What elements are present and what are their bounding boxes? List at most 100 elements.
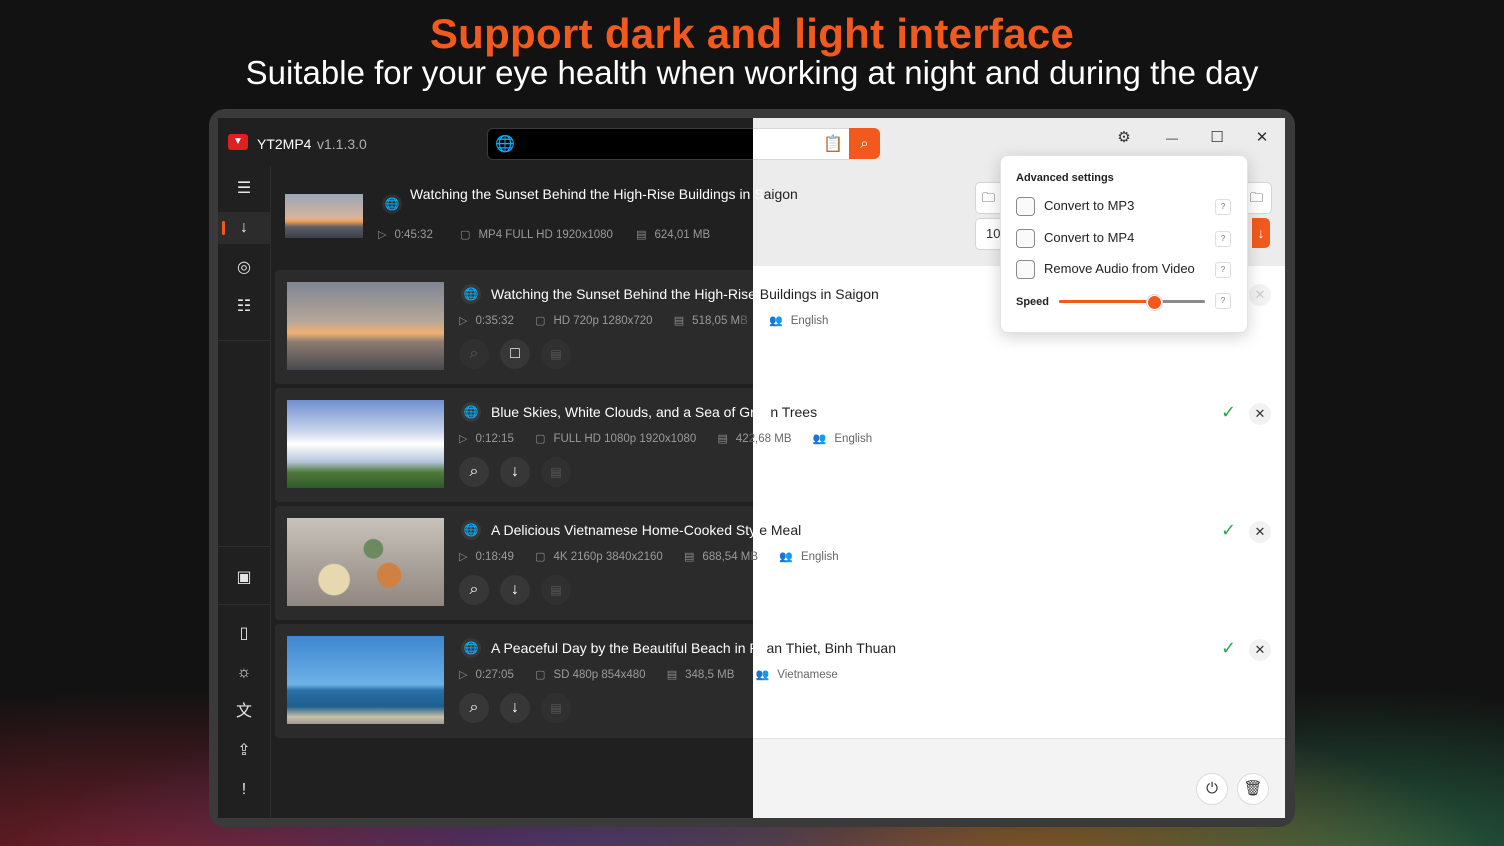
folder-icon: 🗀 xyxy=(982,190,996,205)
search-icon[interactable]: ⌕ xyxy=(459,575,489,605)
video-thumbnail xyxy=(287,400,444,488)
search-icon[interactable]: ⌕ xyxy=(459,339,489,369)
folder-icon[interactable]: ▤ xyxy=(541,693,571,723)
settings-icon[interactable]: ⚙ xyxy=(1104,124,1144,152)
folder-icon[interactable]: ▤ xyxy=(541,457,571,487)
paste-icon[interactable]: 📋 xyxy=(823,134,843,154)
header-thumbnail xyxy=(285,194,363,238)
theme-icon[interactable]: ☼ xyxy=(218,657,270,689)
sidebar-item-record[interactable]: ◎ xyxy=(218,252,270,284)
video-thumbnail xyxy=(287,636,444,724)
help-icon[interactable]: ? xyxy=(1215,199,1231,215)
video-thumbnail xyxy=(287,518,444,606)
resolution: FULL HD 1080p 1920x1080 xyxy=(553,433,697,445)
title-dark-part: Blue Skies, White Clouds, and a Sea of G… xyxy=(491,404,771,420)
video-meta: ▷ 0:12:15 ▢ FULL HD 1080p 1920x1080 ▤ 422,6… xyxy=(459,433,873,445)
download-icon[interactable]: ↓ xyxy=(500,693,530,723)
app-version: v1.1.3.0 xyxy=(317,136,367,152)
resolution: 4K 2160p 3840x2160 xyxy=(553,551,663,563)
file-size-light: B xyxy=(740,315,748,327)
search-button[interactable]: ⌕ xyxy=(849,128,880,159)
option-label: Convert to MP4 xyxy=(1044,230,1135,245)
file-size: 518,05 M xyxy=(692,315,741,327)
search-icon[interactable]: ⌕ xyxy=(459,457,489,487)
checkbox[interactable] xyxy=(1016,229,1035,248)
light-card-2 xyxy=(753,386,1285,505)
remove-button[interactable]: ✕ xyxy=(1249,521,1271,543)
close-button[interactable]: ✕ xyxy=(1242,124,1282,152)
done-check-icon: ✓ xyxy=(1221,638,1237,658)
folder-icon: 🗀 xyxy=(1250,190,1264,205)
checkbox[interactable] xyxy=(1016,260,1035,279)
download-icon: ↓ xyxy=(240,219,248,236)
done-check-icon: ✓ xyxy=(1221,402,1237,422)
clipboard-icon[interactable]: ▯ xyxy=(218,618,270,650)
speed-slider-handle[interactable] xyxy=(1146,295,1162,310)
promo-title: Support dark and light interface xyxy=(429,10,1075,57)
sidebar-item-tasks[interactable]: ☷ xyxy=(218,291,270,323)
speed-label: Speed xyxy=(1016,296,1050,308)
sidebar-item-download[interactable]: ↓ xyxy=(218,212,270,244)
advanced-settings-popup: Advanced settings Convert to MP3 ? Conve… xyxy=(1000,155,1248,333)
maximize-button[interactable]: ☐ xyxy=(1197,124,1237,152)
remove-button[interactable]: ✕ xyxy=(1249,284,1271,306)
folder-settings-icon[interactable]: ▣ xyxy=(218,562,270,594)
sidebar: ☰ ↓ ◎ ☷ ▣ ▯ ☼ 文 ⇪ ǃ xyxy=(218,166,271,818)
header-video-meta: ▷ 0:45:32 ▢ MP4 FULL HD 1920x1080 ▤ 624,01 … xyxy=(378,229,711,241)
help-icon[interactable]: ? xyxy=(1215,262,1231,278)
option-label: Remove Audio from Video xyxy=(1044,261,1195,276)
url-input[interactable] xyxy=(487,128,754,160)
globe-icon: 🌐 xyxy=(495,136,515,153)
language: English xyxy=(834,433,873,445)
help-icon[interactable]: ? xyxy=(1215,293,1231,309)
video-title: Blue Skies, White Clouds, and a Sea of G… xyxy=(491,404,817,420)
video-title: Watching the Sunset Behind the High-Rise… xyxy=(491,286,879,302)
speed-slider[interactable] xyxy=(1059,295,1205,310)
language-icon[interactable]: 文 xyxy=(218,696,270,728)
video-thumbnail xyxy=(287,282,444,370)
stop-button[interactable]: □ xyxy=(500,339,530,369)
download-button[interactable]: ↓ xyxy=(1252,218,1270,248)
video-meta: ▷ 0:27:05 ▢ SD 480p 854x480 ▤ 348,5 MB 👥 Vie… xyxy=(459,669,838,681)
title-light-part: e Meal xyxy=(759,522,802,538)
file-size: 42 xyxy=(735,433,749,445)
language: English xyxy=(800,551,839,563)
title-dark-part: Watching the Sunset Behind the High-Rise xyxy=(491,286,756,302)
file-size: 688,54 M xyxy=(702,551,751,563)
search-icon[interactable]: ⌕ xyxy=(459,693,489,723)
file-size-light: B xyxy=(750,551,759,563)
duration: 0:45:32 xyxy=(394,229,433,241)
title-light-part: aigon xyxy=(763,186,798,202)
header-video-title: Watching the Sunset Behind the High-Rise… xyxy=(410,186,798,202)
title-light-part: an Thiet, Binh Thuan xyxy=(766,640,896,656)
globe-icon: 🌐 xyxy=(461,402,481,422)
help-icon[interactable]: ? xyxy=(1215,231,1231,247)
done-check-icon: ✓ xyxy=(1221,520,1237,540)
duration: 0:27:05 xyxy=(475,669,514,681)
folder-icon[interactable]: ▤ xyxy=(541,339,571,369)
minimize-button[interactable]: — xyxy=(1152,124,1192,152)
language: Vietnamese xyxy=(777,669,838,681)
file-size: 624,01 MB xyxy=(654,229,711,241)
folder-icon[interactable]: ▤ xyxy=(541,575,571,605)
promo-subtitle: Suitable for your eye health when workin… xyxy=(245,54,1259,91)
title-light-part: Buildings in Saigon xyxy=(755,286,879,302)
clear-all-button[interactable]: 🗑 xyxy=(1237,773,1269,805)
download-icon[interactable]: ↓ xyxy=(500,575,530,605)
download-icon[interactable]: ↓ xyxy=(500,457,530,487)
option-label: Convert to MP3 xyxy=(1044,198,1135,213)
list-item: 🌐 A Delicious Vietnamese Home-Cooked Sty… xyxy=(275,506,839,620)
menu-icon[interactable]: ☰ xyxy=(218,173,270,205)
globe-icon: 🌐 xyxy=(382,194,402,214)
checkbox[interactable] xyxy=(1016,197,1035,216)
sidebar-divider xyxy=(218,340,270,341)
app-logo: ▼ xyxy=(228,134,248,150)
share-icon[interactable]: ⇪ xyxy=(218,735,270,767)
video-title: A Peaceful Day by the Beautiful Beach in… xyxy=(491,640,896,656)
light-card-3 xyxy=(753,504,1285,623)
tips-icon[interactable]: ǃ xyxy=(218,774,270,806)
power-button[interactable]: ⏻ xyxy=(1196,773,1228,805)
remove-button[interactable]: ✕ xyxy=(1249,639,1271,661)
remove-button[interactable]: ✕ xyxy=(1249,403,1271,425)
video-meta: ▷ 0:18:49 ▢ 4K 2160p 3840x2160 ▤ 688,54 MB … xyxy=(459,551,839,563)
